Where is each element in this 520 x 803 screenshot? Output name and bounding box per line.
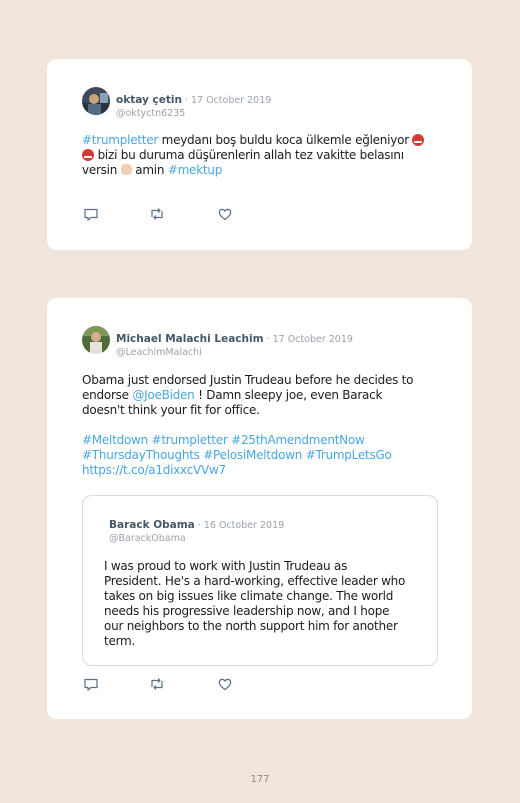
retweet-icon[interactable] [149, 676, 165, 692]
author-handle[interactable]: @LeachimMalachi [116, 347, 353, 358]
tweet-date[interactable]: 17 October 2019 [191, 95, 271, 106]
folded-hands-emoji-icon [120, 164, 132, 175]
retweet-icon[interactable] [149, 206, 165, 222]
tweet-card: Michael Malachi Leachim · 17 October 201… [47, 298, 472, 719]
quote-author-name[interactable]: Barack Obama [109, 519, 195, 531]
url-link[interactable]: https://t.co/a1dixxcVVw7 [82, 463, 452, 478]
profile-photo-icon [82, 326, 110, 354]
profile-photo-icon [82, 87, 110, 115]
page-number: 177 [250, 774, 270, 785]
reply-icon[interactable] [83, 676, 99, 692]
quote-text: I was proud to work with Justin Trudeau … [104, 559, 406, 648]
hashtag-links[interactable]: #Meltdown #trumpletter #25thAmendmentNow [82, 433, 452, 448]
hashtag-link[interactable]: #trumpletter [82, 133, 158, 147]
author-name[interactable]: oktay çetin [116, 94, 182, 106]
avatar[interactable] [82, 326, 110, 354]
angry-face-emoji-icon [82, 149, 94, 161]
author-handle[interactable]: @oktyctn6235 [116, 108, 271, 119]
like-icon[interactable] [217, 676, 233, 692]
author-name[interactable]: Michael Malachi Leachim [116, 333, 264, 345]
tweet-text: Obama just endorsed Justin Trudeau befor… [82, 373, 452, 478]
tweet-header: Michael Malachi Leachim · 17 October 201… [116, 333, 353, 358]
quoted-tweet[interactable]: Barack Obama · 16 October 2019 @BarackOb… [82, 495, 438, 666]
hashtag-link[interactable]: #mektup [168, 163, 223, 177]
quote-author-handle[interactable]: @BarackObama [109, 533, 284, 544]
mention-link[interactable]: @JoeBiden [132, 388, 194, 402]
avatar[interactable] [82, 87, 110, 115]
angry-face-emoji-icon [412, 134, 425, 146]
quote-header: Barack Obama · 16 October 2019 @BarackOb… [109, 519, 285, 544]
hashtag-links[interactable]: #ThursdayThoughts #PelosiMeltdown #Trump… [82, 448, 452, 463]
tweet-date[interactable]: 17 October 2019 [273, 334, 353, 345]
tweet-text: #trumpletter meydanı boş buldu koca ülke… [82, 133, 442, 178]
reply-icon[interactable] [83, 206, 99, 222]
tweet-card: oktay çetin · 17 October 2019 @oktyctn62… [47, 59, 472, 250]
tweet-header: oktay çetin · 17 October 2019 @oktyctn62… [116, 94, 272, 119]
like-icon[interactable] [217, 206, 233, 222]
quote-date: 16 October 2019 [203, 520, 285, 531]
